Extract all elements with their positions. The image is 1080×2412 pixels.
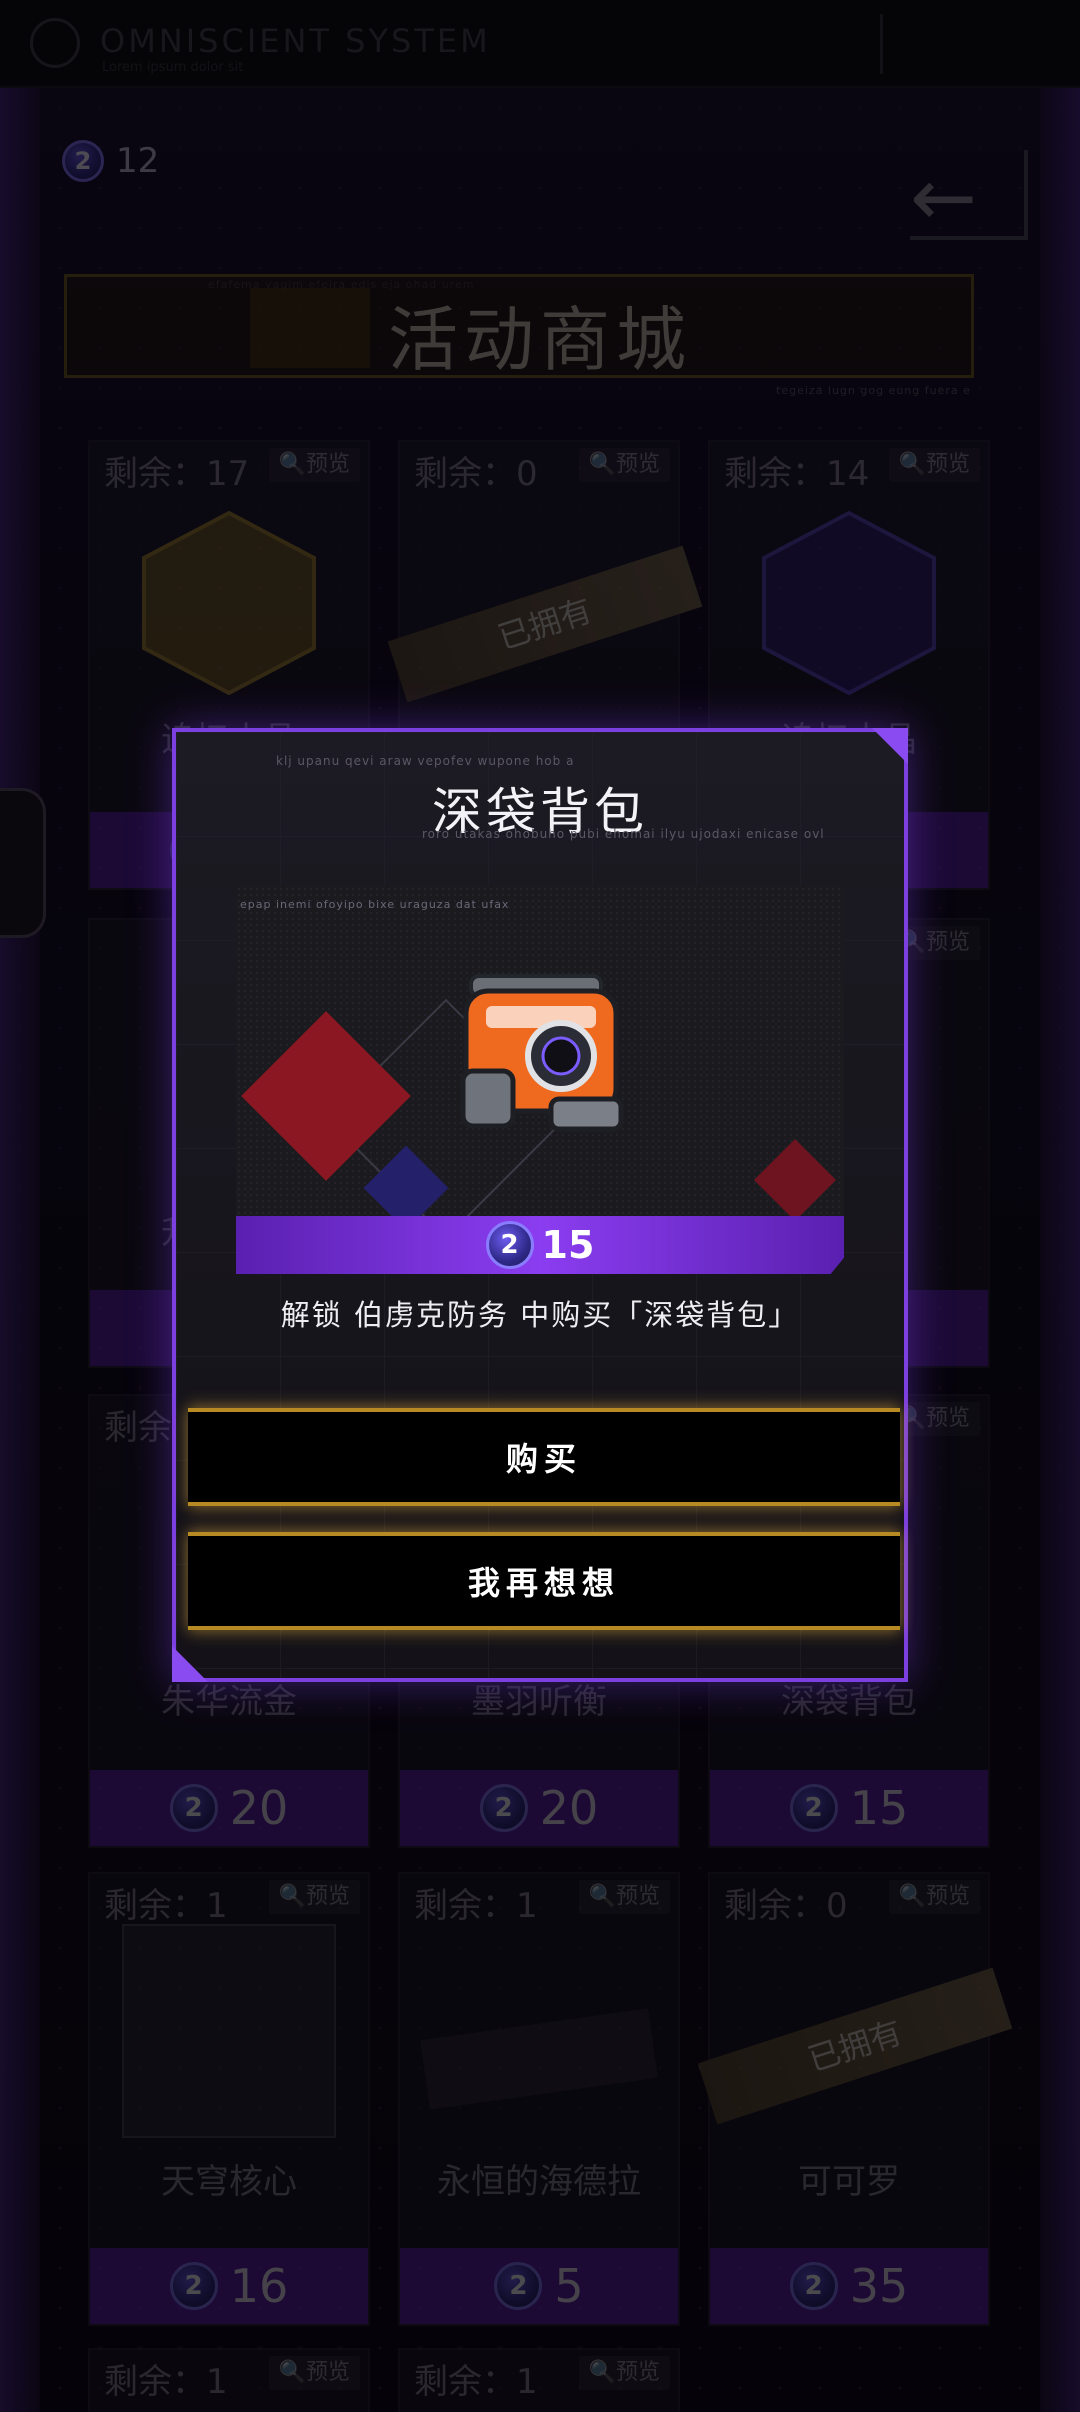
cancel-button-label: 我再想想 (467, 1564, 620, 1602)
deco-diamond (753, 1138, 837, 1216)
buy-button-label: 购买 (505, 1440, 582, 1478)
corner-accent (172, 1646, 208, 1682)
dialog-deco-text: klj upanu qevi araw vepofev wupone hob a (276, 754, 575, 768)
item-preview-panel (236, 886, 844, 1216)
coin-icon: 2 (485, 1221, 534, 1269)
dialog-price-value: 15 (541, 1223, 595, 1267)
purchase-dialog: klj upanu qevi araw vepofev wupone hob a… (172, 728, 908, 1682)
cancel-button[interactable]: 我再想想 (188, 1532, 900, 1630)
corner-accent (872, 728, 908, 764)
dialog-price-bar: 2 15 (236, 1216, 844, 1274)
dialog-deco-text: roro utakas ohobuho pubi ehomai ilyu ujo… (422, 827, 825, 841)
dialog-deco-text: epap inemi ofoyipo bixe uraguza dat ufax (240, 898, 510, 911)
unlock-description: 解锁 伯虏克防务 中购买「深袋背包」 (280, 1298, 800, 1332)
backpack-icon (460, 974, 624, 1132)
buy-button[interactable]: 购买 (188, 1408, 900, 1506)
